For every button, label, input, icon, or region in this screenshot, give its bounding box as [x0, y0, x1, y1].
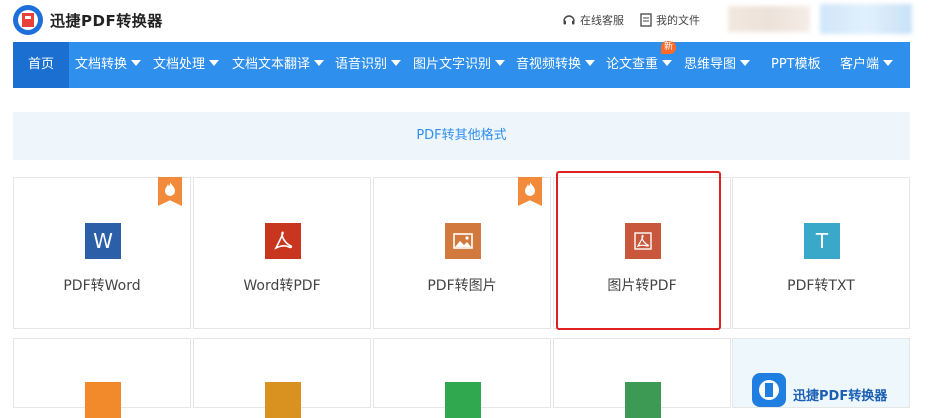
- nav-item-doc-translate[interactable]: 文档文本翻译: [232, 42, 325, 88]
- tool-card[interactable]: [553, 338, 731, 418]
- brand-logo-icon: [752, 373, 786, 407]
- flame-icon: [525, 182, 535, 196]
- nav-item-ppt-templates[interactable]: PPT模板: [771, 42, 821, 88]
- nav-item-image-ocr[interactable]: 图片文字识别: [413, 42, 506, 88]
- tool-card-pdf-to-image[interactable]: PDF转图片: [373, 177, 551, 329]
- account-banner-blurred[interactable]: [820, 4, 912, 34]
- word-icon: W: [85, 223, 121, 259]
- caret-down-icon: [585, 60, 596, 66]
- nav-item-speech-recognition[interactable]: 语音识别: [335, 42, 402, 88]
- caret-down-icon: [131, 60, 142, 66]
- caret-down-icon: [391, 60, 402, 66]
- section-title: PDF转其他格式: [13, 112, 910, 160]
- online-service-link[interactable]: 在线客服: [562, 12, 624, 28]
- caret-down-icon: [662, 60, 673, 66]
- image-icon: [445, 223, 481, 259]
- selection-highlight: [556, 171, 721, 330]
- presentation-icon: [265, 382, 301, 418]
- top-bar: 迅捷PDF转换器 在线客服 我的文件: [0, 0, 933, 42]
- tool-label: PDF转TXT: [787, 278, 855, 294]
- excel-icon: [445, 382, 481, 418]
- flame-icon: [165, 182, 175, 196]
- caret-down-icon: [883, 60, 894, 66]
- promo-text: 迅捷PDF转换器: [793, 389, 888, 404]
- nav-item-client[interactable]: 客户端: [840, 42, 894, 88]
- nav-item-doc-process[interactable]: 文档处理: [153, 42, 220, 88]
- document-icon: [640, 13, 652, 27]
- tool-card[interactable]: [13, 338, 191, 418]
- hot-badge: [158, 177, 182, 206]
- tool-card-pdf-to-word[interactable]: W PDF转Word: [13, 177, 191, 329]
- tool-card[interactable]: [193, 338, 371, 418]
- promo-card[interactable]: 迅捷PDF转换器: [732, 338, 910, 408]
- txt-icon: T: [804, 223, 840, 259]
- tool-label: PDF转图片: [427, 278, 497, 294]
- caret-down-icon: [209, 60, 220, 66]
- tool-card-word-to-pdf[interactable]: Word转PDF: [193, 177, 371, 329]
- user-info-blurred[interactable]: [728, 6, 810, 32]
- my-files-link[interactable]: 我的文件: [640, 12, 700, 28]
- online-service-label: 在线客服: [580, 14, 624, 27]
- my-files-label: 我的文件: [656, 14, 700, 27]
- hot-badge: [518, 177, 542, 206]
- caret-down-icon: [314, 60, 325, 66]
- headset-icon: [563, 15, 575, 25]
- brand-logo-icon[interactable]: [12, 4, 44, 36]
- tool-card-pdf-to-txt[interactable]: T PDF转TXT: [732, 177, 910, 329]
- nav-item-doc-convert[interactable]: 文档转换: [75, 42, 142, 88]
- brand-name[interactable]: 迅捷PDF转换器: [50, 10, 163, 31]
- tool-card[interactable]: [373, 338, 551, 418]
- tool-label: Word转PDF: [243, 278, 321, 294]
- new-badge: 新: [661, 41, 677, 54]
- nav-item-av-convert[interactable]: 音视频转换: [516, 42, 596, 88]
- caret-down-icon: [740, 60, 751, 66]
- main-nav: 首页 文档转换 文档处理 文档文本翻译 语音识别 图片文字识别 音视频转换 论文…: [13, 41, 910, 88]
- pdf-icon: [265, 223, 301, 259]
- nav-item-mind-map[interactable]: 思维导图: [684, 42, 751, 88]
- tool-label: PDF转Word: [63, 278, 141, 294]
- caret-down-icon: [495, 60, 506, 66]
- ppt-icon: [85, 382, 121, 418]
- spreadsheet-icon: [625, 382, 661, 418]
- nav-item-home[interactable]: 首页: [13, 42, 69, 88]
